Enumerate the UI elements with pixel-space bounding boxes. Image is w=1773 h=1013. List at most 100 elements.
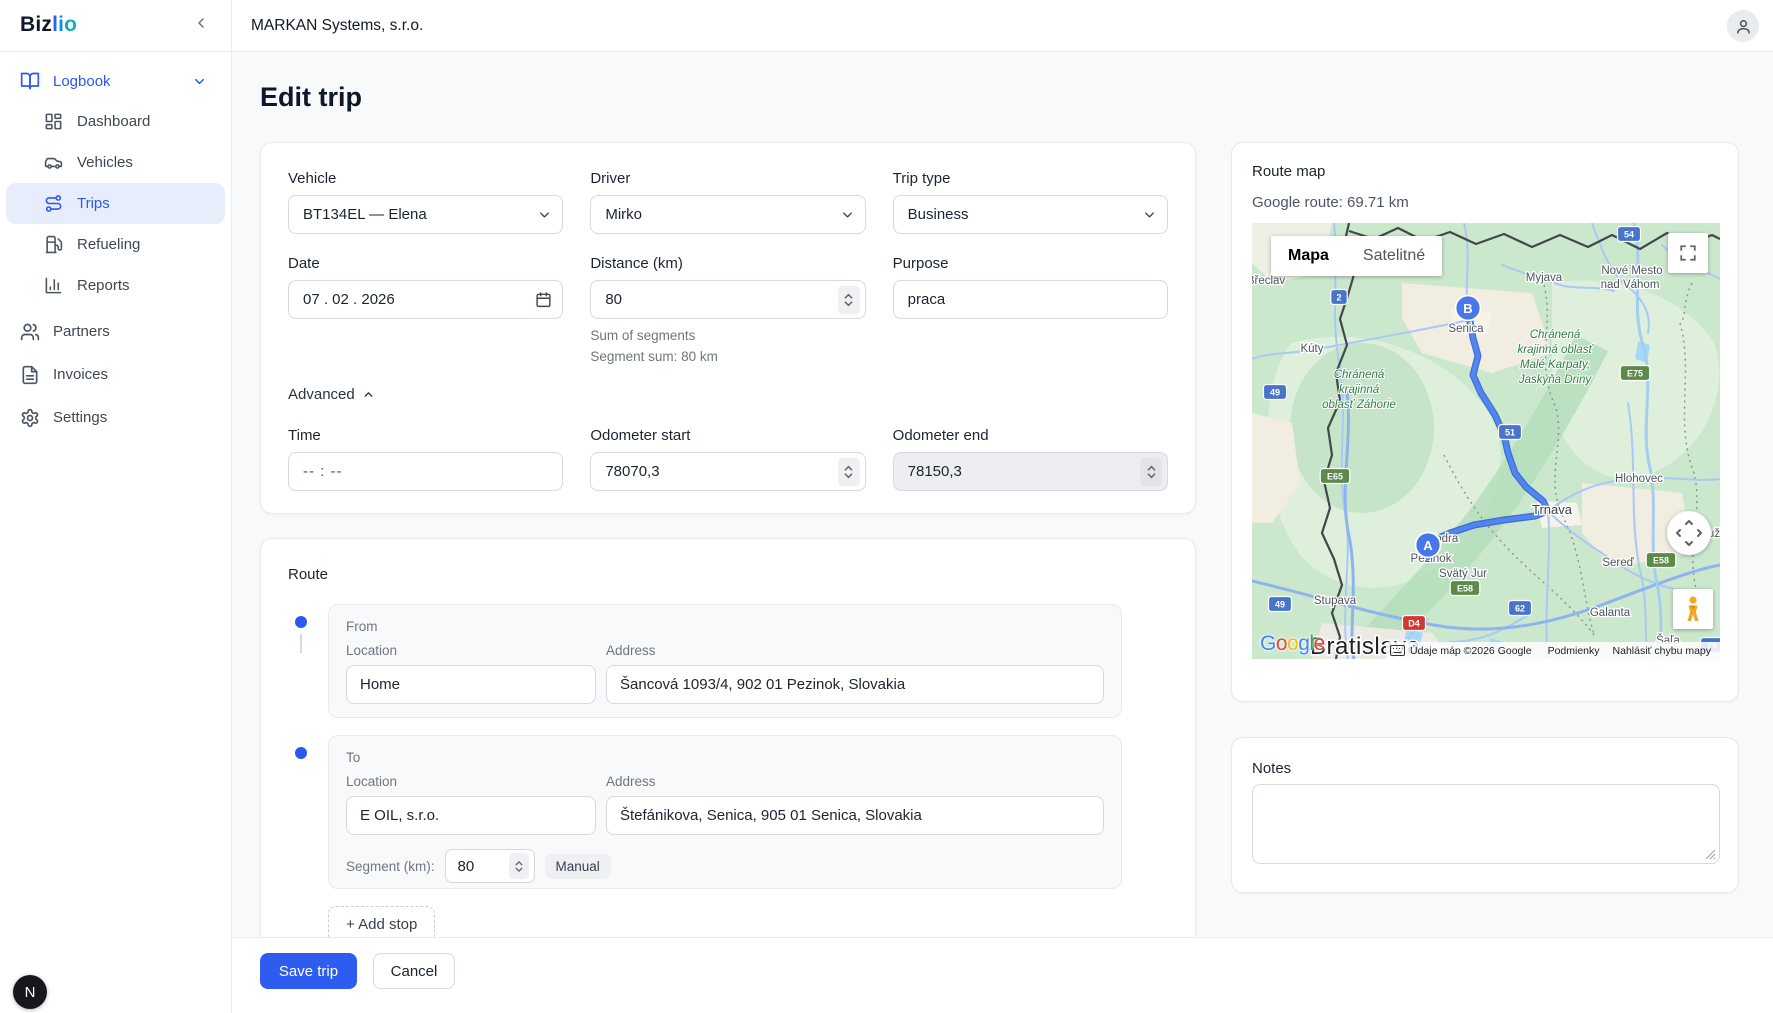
road-badge: 49 <box>1264 385 1287 400</box>
driver-label: Driver <box>590 170 865 187</box>
vehicle-label: Vehicle <box>288 170 563 187</box>
date-input[interactable]: 07 . 02 . 2026 <box>288 280 563 319</box>
dev-tools-badge[interactable]: N <box>13 975 47 1009</box>
map-place-label: Trnava <box>1532 502 1573 517</box>
from-location-label: Location <box>346 643 596 658</box>
purpose-label: Purpose <box>893 255 1168 272</box>
gear-icon <box>20 408 40 428</box>
route-card: Route From Location Home Address Šancová… <box>260 538 1196 990</box>
odometer-start-field-group: Odometer start 78070,3 <box>590 427 865 491</box>
trip-type-select[interactable]: Business <box>893 195 1168 234</box>
map-place-label: krajinná oblasť <box>1517 344 1594 356</box>
route-to-tag: To <box>346 750 1104 765</box>
pegman-control[interactable] <box>1673 589 1713 629</box>
map-type-satellite-button[interactable]: Satelitné <box>1346 236 1442 276</box>
map-place-label: Nové Mesto <box>1601 265 1662 277</box>
number-spinner[interactable] <box>509 853 529 879</box>
from-address-label: Address <box>606 643 1104 658</box>
sidebar-header: Bizlio <box>0 0 231 52</box>
sidebar-collapse-button[interactable] <box>193 15 209 36</box>
road-badge: 51 <box>1499 425 1522 440</box>
chevron-up-icon <box>362 388 375 401</box>
map-place-label: Břeclav <box>1252 275 1285 287</box>
sidebar-item-dashboard[interactable]: Dashboard <box>0 101 231 142</box>
chevron-down-icon <box>192 74 207 89</box>
map-place-label: Galanta <box>1590 607 1631 619</box>
calendar-icon[interactable] <box>535 291 552 308</box>
sidebar-item-settings[interactable]: Settings <box>0 396 231 439</box>
user-menu-button[interactable] <box>1727 10 1759 42</box>
number-spinner <box>1140 457 1162 486</box>
vehicle-select[interactable]: BT134EL — Elena <box>288 195 563 234</box>
map-report-link[interactable]: Nahlásiť chybu mapy <box>1608 645 1716 657</box>
sidebar-nav: Logbook Dashboard Vehicles Trips Refueli… <box>0 52 231 439</box>
chevron-down-icon <box>840 207 855 222</box>
svg-text:62: 62 <box>1515 604 1525 614</box>
map-fullscreen-button[interactable] <box>1668 233 1708 273</box>
users-icon <box>20 322 40 342</box>
road-badge: D4 <box>1403 616 1426 631</box>
map-attribution: Údaje máp ©2026 Google Podmienky Nahlási… <box>1386 642 1720 659</box>
map-place-label: Malé Karpaty, <box>1520 359 1590 371</box>
vehicle-field-group: Vehicle BT134EL — Elena <box>288 170 563 234</box>
advanced-toggle[interactable]: Advanced <box>288 386 375 403</box>
google-map[interactable]: 2544949516275E65E75E58E58D4 BřeclavMyjav… <box>1252 223 1720 659</box>
car-icon <box>44 153 64 173</box>
sidebar-item-reports[interactable]: Reports <box>0 265 231 306</box>
notes-textarea[interactable] <box>1252 784 1720 864</box>
number-spinner[interactable] <box>838 457 860 486</box>
resize-handle-icon[interactable] <box>1705 849 1716 860</box>
purpose-field-group: Purpose praca <box>893 255 1168 364</box>
driver-select[interactable]: Mirko <box>590 195 865 234</box>
sidebar-item-vehicles[interactable]: Vehicles <box>0 142 231 183</box>
from-address-input[interactable]: Šancová 1093/4, 902 01 Pezinok, Slovakia <box>606 665 1104 704</box>
cancel-button[interactable]: Cancel <box>373 953 455 989</box>
chevron-left-icon <box>193 15 209 31</box>
from-location-group: Location Home <box>346 643 596 704</box>
vehicle-value: BT134EL — Elena <box>303 206 427 223</box>
svg-text:D4: D4 <box>1408 619 1420 629</box>
date-field-group: Date 07 . 02 . 2026 <box>288 255 563 364</box>
brand-suffix: lio <box>52 13 77 36</box>
distance-label: Distance (km) <box>590 255 865 272</box>
keyboard-shortcuts-icon[interactable] <box>1390 645 1405 656</box>
svg-text:E58: E58 <box>1653 556 1669 566</box>
svg-text:49: 49 <box>1270 388 1280 398</box>
from-address-value: Šancová 1093/4, 902 01 Pezinok, Slovakia <box>620 676 905 693</box>
number-spinner[interactable] <box>838 285 860 314</box>
sidebar-item-label: Vehicles <box>77 154 133 171</box>
road-badge: E65 <box>1320 469 1350 484</box>
odometer-start-input[interactable]: 78070,3 <box>590 452 865 491</box>
date-value: 07 . 02 . 2026 <box>303 291 395 308</box>
road-badge: 54 <box>1618 227 1641 242</box>
sidebar-item-refueling[interactable]: Refueling <box>0 224 231 265</box>
save-trip-button[interactable]: Save trip <box>260 953 357 989</box>
chevron-down-icon <box>1142 207 1157 222</box>
sidebar-item-partners[interactable]: Partners <box>0 310 231 353</box>
map-pan-control[interactable] <box>1667 511 1711 555</box>
segment-km-input[interactable]: 80 <box>445 849 535 883</box>
company-name: MARKAN Systems, s.r.o. <box>251 0 423 52</box>
map-place-label: Sereď <box>1602 557 1634 569</box>
map-terms-link[interactable]: Podmienky <box>1543 645 1605 657</box>
purpose-input[interactable]: praca <box>893 280 1168 319</box>
notes-card: Notes <box>1231 737 1739 893</box>
map-type-map-button[interactable]: Mapa <box>1271 236 1346 276</box>
from-location-input[interactable]: Home <box>346 665 596 704</box>
svg-text:2: 2 <box>1336 293 1341 303</box>
route-icon <box>44 194 64 214</box>
sidebar-item-invoices[interactable]: Invoices <box>0 353 231 396</box>
to-location-input[interactable]: E OIL, s.r.o. <box>346 796 596 835</box>
file-text-icon <box>20 365 40 385</box>
svg-text:E65: E65 <box>1327 472 1343 482</box>
map-data-attribution: Údaje máp ©2026 Google <box>1410 645 1540 657</box>
route-section-title: Route <box>288 566 1168 583</box>
route-to-dot <box>295 747 307 759</box>
to-address-input[interactable]: Štefánikova, Senica, 905 01 Senica, Slov… <box>606 796 1104 835</box>
distance-input[interactable]: 80 <box>590 280 865 319</box>
top-header: MARKAN Systems, s.r.o. <box>232 0 1773 52</box>
sidebar-item-logbook[interactable]: Logbook <box>0 61 231 101</box>
to-location-group: Location E OIL, s.r.o. <box>346 774 596 835</box>
sidebar-item-trips[interactable]: Trips <box>6 183 225 224</box>
time-input[interactable]: -- : -- <box>288 452 563 491</box>
